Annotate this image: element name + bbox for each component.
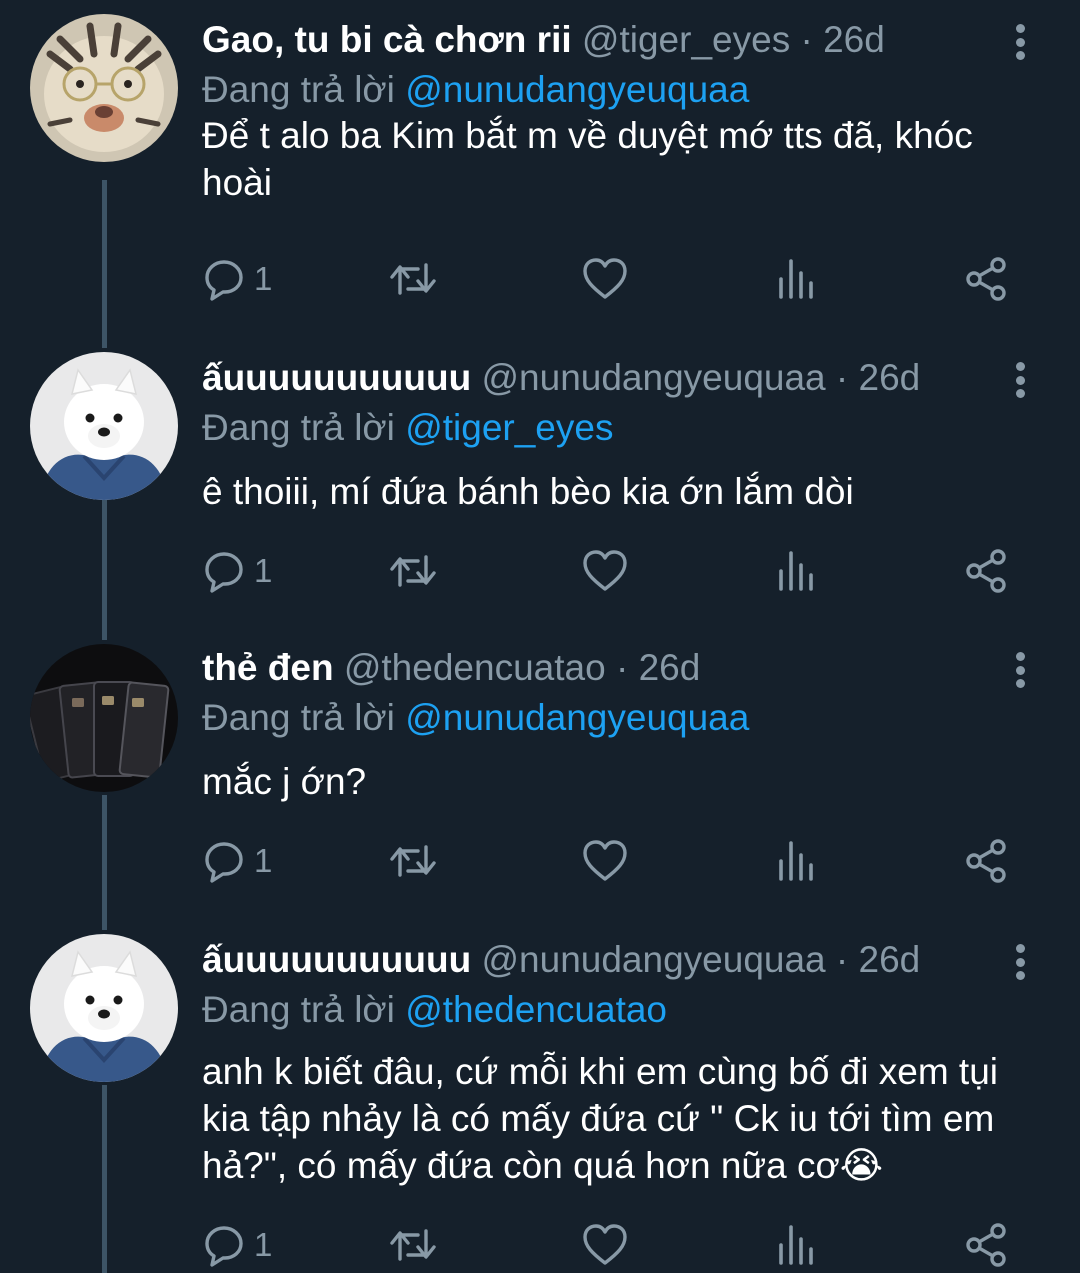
bar-chart-icon	[776, 257, 816, 301]
reply-bubble-button[interactable]: 1	[202, 546, 272, 596]
reply-bubble-button[interactable]: 1	[202, 254, 272, 304]
bar-chart-button[interactable]	[776, 836, 816, 886]
tweet-header: ấuuuuuuuuuuu @nunudangyeuquaa · 26d	[202, 354, 970, 402]
replying-to-label: Đang trả lời	[202, 697, 395, 738]
bar-chart-icon	[776, 549, 816, 593]
reply-bubble-button[interactable]: 1	[202, 836, 272, 886]
mention-link[interactable]: @nunudangyeuquaa	[405, 69, 749, 110]
tweet[interactable]: ấuuuuuuuuuuu @nunudangyeuquaa · 26d Đang…	[0, 922, 1080, 1273]
more-vertical-icon[interactable]	[1008, 648, 1032, 692]
more-vertical-icon[interactable]	[1008, 940, 1032, 984]
username[interactable]: @thedencuatao	[344, 647, 606, 688]
tweet[interactable]: thẻ đen @thedencuatao · 26d Đang trả lời…	[0, 632, 1080, 922]
heart-icon	[582, 1223, 628, 1267]
retweet-button[interactable]	[388, 1220, 438, 1270]
timestamp[interactable]: 26d	[823, 19, 885, 60]
reply-bubble-icon	[202, 257, 246, 301]
share-button[interactable]	[964, 546, 1010, 596]
share-button[interactable]	[964, 254, 1010, 304]
bar-chart-button[interactable]	[776, 254, 816, 304]
mention-link[interactable]: @thedencuatao	[405, 989, 667, 1030]
action-bar: 1	[202, 254, 1020, 304]
retweet-button[interactable]	[388, 836, 438, 886]
reply-count: 1	[254, 1226, 273, 1263]
tweet-text: Để t alo ba Kim bắt m về duyệt mớ tts đã…	[202, 115, 973, 203]
timestamp[interactable]: 26d	[639, 647, 701, 688]
separator-dot: ·	[835, 357, 849, 398]
replying-to-label: Đang trả lời	[202, 407, 395, 448]
reply-count: 1	[254, 552, 273, 589]
reply-bubble-button[interactable]: 1	[202, 1220, 272, 1270]
retweet-button[interactable]	[388, 546, 438, 596]
display-name[interactable]: ấuuuuuuuuuuu	[202, 939, 471, 980]
action-bar: 1	[202, 836, 1020, 886]
heart-icon	[582, 257, 628, 301]
username[interactable]: @tiger_eyes	[582, 19, 790, 60]
separator-dot: ·	[800, 19, 813, 60]
display-name[interactable]: ấuuuuuuuuuuu	[202, 357, 471, 398]
username[interactable]: @nunudangyeuquaa	[481, 939, 825, 980]
username[interactable]: @nunudangyeuquaa	[481, 357, 825, 398]
share-icon	[964, 838, 1010, 884]
timestamp[interactable]: 26d	[859, 939, 921, 980]
heart-icon	[582, 549, 628, 593]
tweet[interactable]: Gao, tu bi cà chơn rii @tiger_eyes · 26d…	[0, 0, 1080, 330]
tweet-text: mắc j ớn?	[202, 761, 367, 802]
reply-thread: Gao, tu bi cà chơn rii @tiger_eyes · 26d…	[0, 0, 1080, 1273]
replying-to: Đang trả lời @nunudangyeuquaa	[202, 694, 749, 742]
retweet-icon	[388, 549, 438, 593]
replying-to-label: Đang trả lời	[202, 989, 395, 1030]
separator-dot: ·	[615, 647, 629, 688]
reply-bubble-icon	[202, 1223, 246, 1267]
more-vertical-icon[interactable]	[1008, 20, 1032, 64]
reply-bubble-icon	[202, 839, 246, 883]
separator-dot: ·	[835, 939, 849, 980]
replying-to: Đang trả lời @nunudangyeuquaa	[202, 66, 749, 114]
heart-button[interactable]	[582, 546, 628, 596]
retweet-icon	[388, 1223, 438, 1267]
bar-chart-icon	[776, 839, 816, 883]
share-icon	[964, 1222, 1010, 1268]
reply-bubble-icon	[202, 549, 246, 593]
retweet-icon	[388, 257, 438, 301]
mention-link[interactable]: @nunudangyeuquaa	[405, 697, 749, 738]
tiger-plush-avatar[interactable]	[30, 14, 178, 162]
heart-icon	[582, 839, 628, 883]
display-name[interactable]: thẻ đen	[202, 647, 334, 688]
tweet-header: Gao, tu bi cà chơn rii @tiger_eyes · 26d	[202, 16, 970, 64]
timestamp[interactable]: 26d	[859, 357, 921, 398]
action-bar: 1	[202, 1220, 1020, 1270]
action-bar: 1	[202, 546, 1020, 596]
share-button[interactable]	[964, 1220, 1010, 1270]
retweet-icon	[388, 839, 438, 883]
reply-count: 1	[254, 842, 273, 879]
bar-chart-button[interactable]	[776, 1220, 816, 1270]
tweet-header: thẻ đen @thedencuatao · 26d	[202, 644, 970, 692]
mention-link[interactable]: @tiger_eyes	[405, 407, 613, 448]
share-button[interactable]	[964, 836, 1010, 886]
replying-to: Đang trả lời @tiger_eyes	[202, 404, 613, 452]
samoyed-dog-avatar[interactable]	[30, 352, 178, 500]
black-cards-avatar[interactable]	[30, 644, 178, 792]
more-vertical-icon[interactable]	[1008, 358, 1032, 402]
tweet-header: ấuuuuuuuuuuu @nunudangyeuquaa · 26d	[202, 936, 970, 984]
heart-button[interactable]	[582, 254, 628, 304]
replying-to-label: Đang trả lời	[202, 69, 395, 110]
samoyed-dog-avatar[interactable]	[30, 934, 178, 1082]
retweet-button[interactable]	[388, 254, 438, 304]
heart-button[interactable]	[582, 836, 628, 886]
replying-to: Đang trả lời @thedencuatao	[202, 986, 667, 1034]
bar-chart-button[interactable]	[776, 546, 816, 596]
tweet[interactable]: ấuuuuuuuuuuu @nunudangyeuquaa · 26d Đang…	[0, 340, 1080, 630]
bar-chart-icon	[776, 1223, 816, 1267]
share-icon	[964, 548, 1010, 594]
heart-button[interactable]	[582, 1220, 628, 1270]
display-name[interactable]: Gao, tu bi cà chơn rii	[202, 19, 572, 60]
share-icon	[964, 256, 1010, 302]
tweet-text: anh k biết đâu, cứ mỗi khi em cùng bố đi…	[202, 1051, 999, 1186]
tweet-text: ê thoiii, mí đứa bánh bèo kia ớn lắm dòi	[202, 471, 854, 512]
reply-count: 1	[254, 260, 273, 297]
